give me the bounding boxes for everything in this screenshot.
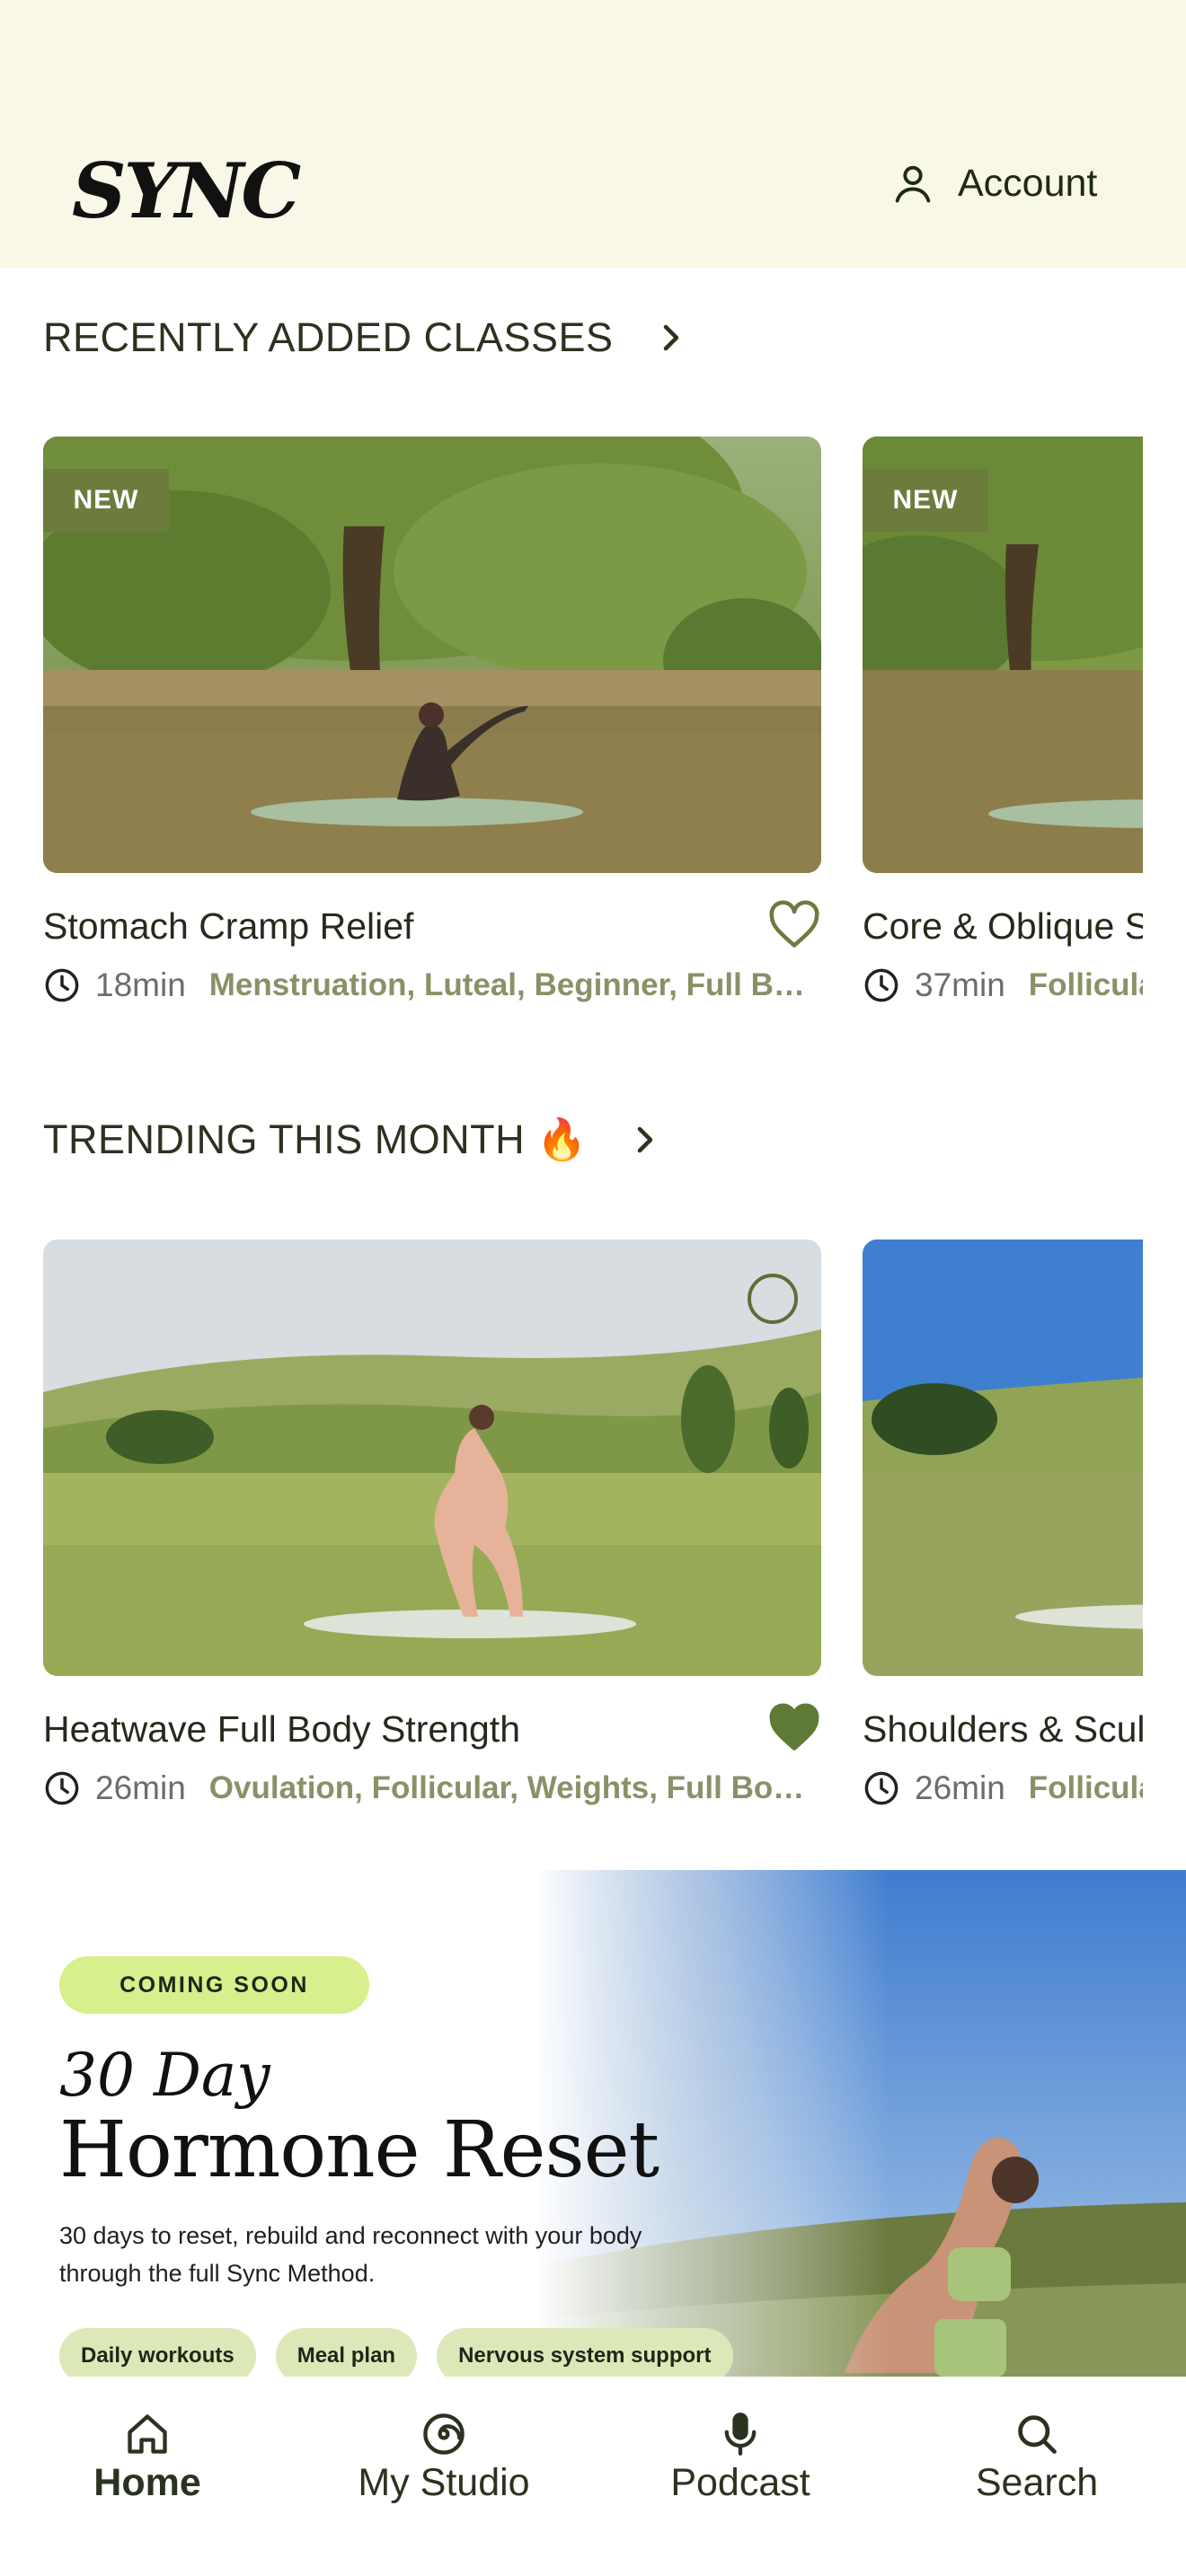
search-icon bbox=[1018, 2415, 1057, 2454]
class-thumbnail[interactable] bbox=[43, 1239, 821, 1676]
class-meta: 26min Ovulation, Follicular, Weights, Fu… bbox=[43, 1769, 821, 1807]
class-card[interactable]: NEW Core & Oblique S 37min Follicula bbox=[863, 437, 1143, 1003]
feature-pill: Nervous system support bbox=[437, 2328, 733, 2377]
clock-icon bbox=[864, 1771, 898, 1805]
tab-label: My Studio bbox=[358, 2461, 530, 2504]
select-circle-icon[interactable] bbox=[748, 1274, 798, 1324]
new-badge: NEW bbox=[43, 469, 169, 532]
bottom-tab-bar: Home My Studio Podcast Search bbox=[0, 2377, 1186, 2576]
class-card[interactable]: Heatwave Full Body Strength 26min Ovulat… bbox=[43, 1239, 821, 1806]
class-title[interactable]: Shoulders & Scul bbox=[863, 1708, 1143, 1751]
new-badge: NEW bbox=[863, 469, 988, 532]
coming-soon-badge: COMING SOON bbox=[59, 1956, 369, 2014]
recent-section-title: RECENTLY ADDED CLASSES bbox=[43, 314, 614, 360]
class-meta: 26min Follicula bbox=[863, 1769, 1143, 1807]
program-promo-banner[interactable]: COMING SOON 30 Day Hormone Reset 30 days… bbox=[0, 1870, 1186, 2377]
feature-pill: Meal plan bbox=[275, 2328, 418, 2377]
tab-home[interactable]: Home bbox=[31, 2411, 264, 2505]
sync-logo[interactable]: SYNC bbox=[72, 146, 301, 235]
trending-section-header[interactable]: TRENDING THIS MONTH 🔥 bbox=[43, 1116, 661, 1163]
microphone-icon bbox=[724, 2413, 757, 2456]
field-strength-image bbox=[43, 1239, 821, 1676]
tab-my-studio[interactable]: My Studio bbox=[327, 2411, 561, 2505]
promo-description: 30 days to reset, rebuild and reconnect … bbox=[59, 2222, 642, 2287]
feature-pill: Daily workouts bbox=[59, 2328, 256, 2377]
chevron-right-icon bbox=[663, 324, 678, 351]
class-title[interactable]: Core & Oblique S bbox=[863, 905, 1143, 948]
recent-carousel[interactable]: NEW Stomach Cramp Relief 18min Menstruat… bbox=[43, 437, 1143, 1065]
class-duration: 26min bbox=[915, 1769, 1005, 1806]
field-strength-image bbox=[863, 1239, 1143, 1676]
promo-features: Daily workouts Meal plan Nervous system … bbox=[59, 2328, 733, 2377]
class-tags: Menstruation, Luteal, Beginner, Full Bod… bbox=[208, 967, 821, 1002]
heart-outline-icon[interactable] bbox=[767, 900, 821, 950]
app-header: SYNC Account bbox=[0, 0, 1186, 268]
user-icon bbox=[895, 165, 931, 203]
class-duration: 18min bbox=[95, 966, 186, 1003]
tab-label: Search bbox=[975, 2461, 1099, 2504]
class-duration: 37min bbox=[915, 966, 1005, 1003]
clock-icon bbox=[864, 968, 898, 1002]
class-title[interactable]: Stomach Cramp Relief bbox=[43, 905, 413, 948]
clock-icon bbox=[45, 1771, 79, 1805]
class-title[interactable]: Heatwave Full Body Strength bbox=[43, 1708, 520, 1751]
recent-section-header[interactable]: RECENTLY ADDED CLASSES bbox=[43, 314, 687, 361]
spiral-icon bbox=[423, 2413, 465, 2455]
class-thumbnail[interactable]: NEW bbox=[863, 437, 1143, 873]
class-tags: Follicula bbox=[1028, 967, 1143, 1002]
class-duration: 26min bbox=[95, 1769, 186, 1806]
class-meta: 37min Follicula bbox=[863, 966, 1143, 1004]
account-button[interactable]: Account bbox=[890, 160, 1097, 207]
tab-podcast[interactable]: Podcast bbox=[624, 2411, 857, 2505]
class-thumbnail[interactable] bbox=[863, 1239, 1143, 1676]
tab-label: Home bbox=[93, 2461, 201, 2504]
promo-subtitle: 30 Day bbox=[59, 2041, 270, 2110]
heart-filled-icon[interactable] bbox=[767, 1703, 821, 1753]
clock-icon bbox=[45, 968, 79, 1002]
class-card[interactable]: NEW Stomach Cramp Relief 18min Menstruat… bbox=[43, 437, 821, 1003]
class-card[interactable]: Shoulders & Scul 26min Follicula bbox=[863, 1239, 1143, 1806]
trending-section-title: TRENDING THIS MONTH 🔥 bbox=[43, 1116, 588, 1162]
class-tags: Follicula bbox=[1028, 1770, 1143, 1805]
class-meta: 18min Menstruation, Luteal, Beginner, Fu… bbox=[43, 966, 821, 1004]
tab-search[interactable]: Search bbox=[920, 2411, 1154, 2505]
account-label: Account bbox=[958, 161, 1098, 205]
promo-title: Hormone Reset bbox=[59, 2105, 659, 2195]
class-tags: Ovulation, Follicular, Weights, Full Bod… bbox=[208, 1770, 821, 1805]
class-thumbnail[interactable]: NEW bbox=[43, 437, 821, 873]
trending-carousel[interactable]: Heatwave Full Body Strength 26min Ovulat… bbox=[43, 1239, 1143, 1868]
tab-label: Podcast bbox=[670, 2461, 810, 2504]
home-icon bbox=[128, 2414, 167, 2454]
chevron-right-icon bbox=[637, 1126, 652, 1152]
